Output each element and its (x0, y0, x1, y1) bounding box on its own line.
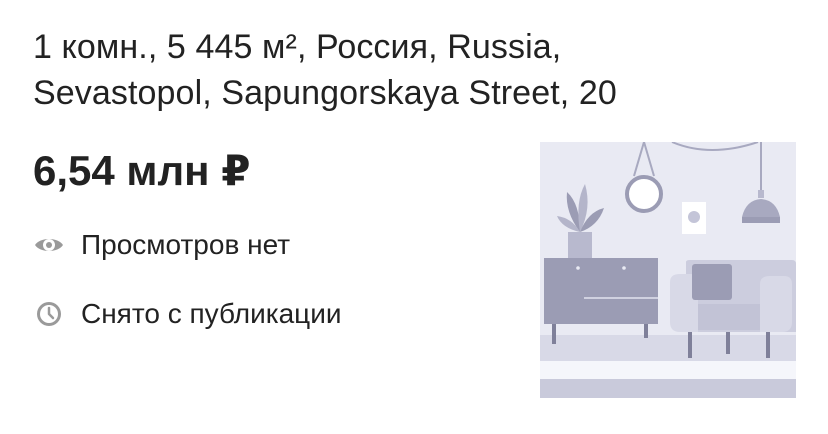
listing-title-line-2: Sevastopol, Sapungorskaya Street, 20 (33, 74, 617, 112)
listing-price: 6,54 млн ₽ (33, 147, 251, 194)
views-row: Просмотров нет (33, 227, 290, 263)
status-text: Снято с публикации (81, 298, 342, 329)
listing-title-line-1: 1 комн., 5 445 м², Россия, Russia, (33, 28, 562, 66)
status-row: Снято с публикации (33, 296, 341, 332)
listing-title[interactable]: 1 комн., 5 445 м², Россия, Russia, Sevas… (33, 24, 773, 116)
views-text: Просмотров нет (81, 229, 291, 260)
clock-icon (33, 298, 65, 330)
listing-card[interactable]: 1 комн., 5 445 м², Россия, Russia, Sevas… (0, 0, 828, 434)
eye-icon (33, 229, 65, 261)
listing-placeholder-image[interactable] (540, 142, 796, 398)
